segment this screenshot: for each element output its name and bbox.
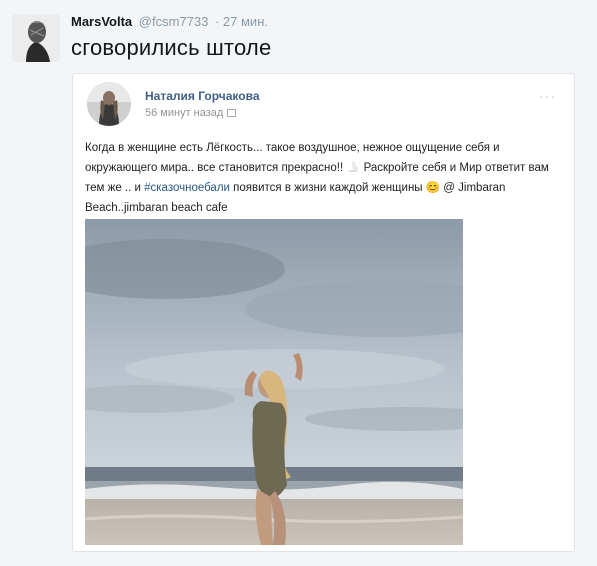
post-time: 56 минут назад <box>145 107 237 119</box>
post-photo[interactable] <box>85 219 463 545</box>
hashtag-link[interactable]: #сказочноебали <box>144 182 230 194</box>
post-text: Когда в женщине есть Лёгкость... такое в… <box>85 138 563 218</box>
tweet-header: MarsVolta @fcsm7733 · 27 мин. <box>71 14 268 29</box>
post-text-part3: появится в жизни каждой женщины <box>229 182 426 194</box>
tweet-time[interactable]: · 27 мин. <box>215 14 268 29</box>
post-author-avatar[interactable] <box>87 82 131 126</box>
tweet-text: сговорились штоле <box>71 35 272 60</box>
post-time-label: 56 минут назад <box>145 107 224 119</box>
author-name[interactable]: MarsVolta <box>71 14 132 29</box>
tweet: MarsVolta @fcsm7733 · 27 мин. сговорилис… <box>0 0 597 566</box>
sailboat-icon <box>348 160 359 172</box>
author-handle[interactable]: @fcsm7733 <box>139 14 209 29</box>
post-author-name[interactable]: Наталия Горчакова <box>145 89 260 103</box>
embedded-vk-post: Наталия Горчакова 56 минут назад ··· Ког… <box>72 73 575 552</box>
author-avatar[interactable] <box>12 14 60 62</box>
more-options-icon[interactable]: ··· <box>539 88 556 104</box>
smile-emoji-icon: 😊 <box>425 182 441 194</box>
calendar-icon <box>227 109 237 117</box>
